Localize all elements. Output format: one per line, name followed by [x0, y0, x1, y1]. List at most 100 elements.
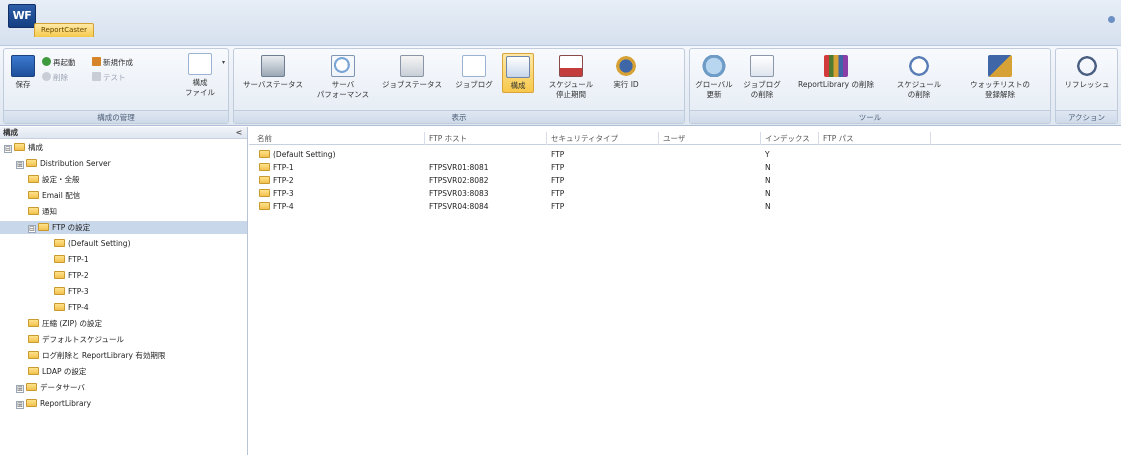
table-row[interactable]: FTP-1 FTPSVR01:8081 FTP N [249, 161, 1121, 174]
delete-job-log-button[interactable]: ジョブログ の削除 [740, 55, 784, 100]
tree-header: 構成 < [0, 127, 247, 139]
job-status-button[interactable]: ジョブステータス [376, 55, 448, 90]
cell-name: FTP-4 [255, 200, 294, 213]
tree-node-notification[interactable]: 通知 [28, 205, 57, 218]
tree-node-ftp-4[interactable]: FTP-4 [54, 301, 89, 314]
expand-toggle-icon[interactable]: ⊞ [16, 161, 24, 169]
config-view-button[interactable]: 構成 [502, 53, 534, 93]
group-actions: リフレッシュ アクション [1055, 48, 1118, 124]
app-tab-reportcaster[interactable]: ReportCaster [34, 23, 94, 37]
config-file-button[interactable]: 構成 ファイル [180, 53, 220, 98]
tree-node-distribution-server[interactable]: ⊞ Distribution Server [16, 157, 111, 170]
restart-button[interactable]: 再起動 [42, 57, 76, 68]
dropdown-arrow-icon[interactable]: ▾ [222, 59, 225, 66]
cell-index: Y [765, 150, 770, 159]
webfocus-logo[interactable]: WF [8, 4, 36, 28]
magnifier-icon [331, 55, 355, 77]
reportlibrary-delete-icon [824, 55, 848, 77]
cell-security: FTP [551, 163, 565, 172]
tree-node-ftp-3[interactable]: FTP-3 [54, 285, 89, 298]
group-label-tools: ツール [690, 110, 1050, 123]
delete-button[interactable]: 削除 [42, 72, 68, 83]
collapse-panel-button[interactable]: < [234, 127, 244, 139]
ftp-settings-list: 名前 FTP ホスト セキュリティタイプ ユーザ インデックス FTP パス (… [249, 127, 1121, 455]
group-label-manage: 構成の管理 [4, 110, 228, 123]
table-row[interactable]: (Default Setting) FTP Y [249, 148, 1121, 161]
new-button[interactable]: 新規作成 [92, 57, 133, 68]
clock-icon [907, 55, 931, 77]
table-row[interactable]: FTP-4 FTPSVR04:8084 FTP N [249, 200, 1121, 213]
group-label-view: 表示 [234, 110, 684, 123]
refresh-icon [1075, 55, 1099, 77]
cell-name: FTP-2 [255, 174, 294, 187]
table-row[interactable]: FTP-2 FTPSVR02:8082 FTP N [249, 174, 1121, 187]
tree-node-reportlibrary[interactable]: ⊞ ReportLibrary [16, 397, 91, 410]
test-icon [92, 72, 101, 81]
folder-icon [26, 399, 37, 407]
cell-index: N [765, 163, 771, 172]
folder-icon [54, 239, 65, 247]
tree-node-ftp-1[interactable]: FTP-1 [54, 253, 89, 266]
run-id-button[interactable]: 実行 ID [606, 55, 646, 90]
help-icon[interactable] [1108, 16, 1115, 23]
table-row[interactable]: FTP-3 FTPSVR03:8083 FTP N [249, 187, 1121, 200]
cell-host: FTPSVR01:8081 [429, 163, 489, 172]
tree-node-general-settings[interactable]: 設定・全般 [28, 173, 80, 186]
expand-toggle-icon[interactable]: ⊞ [16, 401, 24, 409]
folder-icon [54, 271, 65, 279]
folder-icon [28, 175, 39, 183]
gear-icon [614, 55, 638, 77]
folder-icon [26, 159, 37, 167]
tree-node-ftp-default[interactable]: (Default Setting) [54, 237, 131, 250]
cell-index: N [765, 202, 771, 211]
collapse-toggle-icon[interactable]: ⊟ [4, 145, 12, 153]
refresh-button[interactable]: リフレッシュ [1058, 55, 1116, 90]
column-header-user[interactable]: ユーザ [659, 132, 761, 145]
tree-node-ftp-settings[interactable]: ⊟ FTP の設定 [0, 221, 247, 234]
column-header-name[interactable]: 名前 [253, 132, 425, 145]
config-icon [506, 56, 530, 78]
cell-security: FTP [551, 150, 565, 159]
folder-icon [28, 351, 39, 359]
delete-reportlibrary-button[interactable]: ReportLibrary の削除 [788, 55, 884, 90]
new-icon [92, 57, 101, 66]
expand-toggle-icon[interactable]: ⊞ [16, 385, 24, 393]
column-header-ftp-host[interactable]: FTP ホスト [425, 132, 547, 145]
job-status-icon [400, 55, 424, 77]
tree-node-zip-settings[interactable]: 圧縮 (ZIP) の設定 [28, 317, 102, 330]
watchlist-unregister-button[interactable]: ウォッチリストの 登録解除 [954, 55, 1046, 100]
job-log-button[interactable]: ジョブログ [450, 55, 498, 90]
globe-icon [702, 55, 726, 77]
test-button[interactable]: テスト [92, 72, 126, 83]
group-view: サーバステータス サーバ パフォーマンス ジョブステータス ジョブログ 構成 ス… [233, 48, 685, 124]
cell-name: FTP-3 [255, 187, 294, 200]
tree-node-data-server[interactable]: ⊞ データサーバ [16, 381, 85, 394]
tree-node-default-schedule[interactable]: デフォルトスケジュール [28, 333, 124, 346]
delete-schedule-button[interactable]: スケジュール の削除 [888, 55, 950, 100]
schedule-suspend-button[interactable]: スケジュール 停止期間 [538, 55, 604, 100]
job-log-icon [462, 55, 486, 77]
server-status-button[interactable]: サーバステータス [236, 55, 310, 90]
server-performance-button[interactable]: サーバ パフォーマンス [312, 55, 374, 100]
column-header-ftp-path[interactable]: FTP パス [819, 132, 931, 145]
tree-node-ftp-2[interactable]: FTP-2 [54, 269, 89, 282]
global-update-button[interactable]: グローバル 更新 [692, 55, 736, 100]
folder-icon [259, 163, 270, 171]
tree-node-email[interactable]: Email 配信 [28, 189, 80, 202]
document-icon [188, 53, 212, 75]
group-manage-config: 保存 再起動 新規作成 削除 テスト 構成 ファイル ▾ 構成の管理 [3, 48, 229, 124]
ribbon: 保存 再起動 新規作成 削除 テスト 構成 ファイル ▾ 構成の管理 サーバステ… [0, 46, 1121, 126]
calendar-icon [559, 55, 583, 77]
folder-icon [54, 303, 65, 311]
cell-security: FTP [551, 189, 565, 198]
save-button[interactable]: 保存 [10, 55, 36, 90]
restart-icon [42, 57, 51, 66]
tree-node-config-root[interactable]: ⊟ 構成 [4, 141, 43, 154]
column-header-security-type[interactable]: セキュリティタイプ [547, 132, 659, 145]
collapse-toggle-icon[interactable]: ⊟ [28, 225, 36, 233]
tree-node-ldap[interactable]: LDAP の設定 [28, 365, 86, 378]
folder-icon [28, 319, 39, 327]
tree-node-log-purge[interactable]: ログ削除と ReportLibrary 有効期限 [28, 349, 165, 362]
column-header-index[interactable]: インデックス [761, 132, 819, 145]
folder-icon [38, 223, 49, 231]
